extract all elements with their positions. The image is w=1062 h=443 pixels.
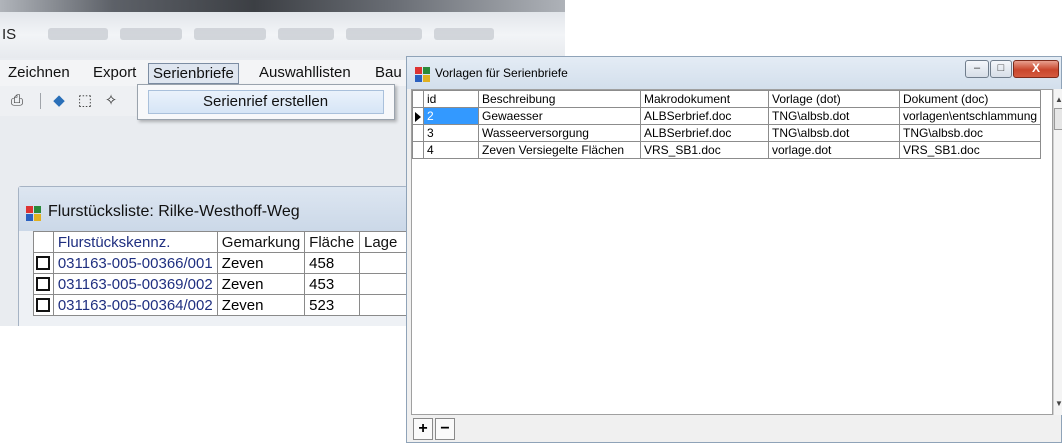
cell-makrodokument[interactable]: ALBSerbrief.doc bbox=[640, 107, 769, 125]
toolbar: ⎙ ◆ ⬚ ✧ bbox=[0, 86, 150, 116]
properties-icon[interactable]: ⎙ bbox=[8, 92, 26, 110]
table-row[interactable]: 031163-005-00369/002 Zeven 453 bbox=[33, 273, 413, 295]
rectangle-select-icon[interactable]: ⬚ bbox=[76, 92, 94, 110]
column-header-dokument[interactable]: Dokument (doc) bbox=[898, 90, 1042, 108]
cell-beschreibung[interactable]: Zeven Versiegelte Flächen bbox=[478, 141, 641, 159]
blurred-tab bbox=[48, 28, 108, 40]
app-titlebar-strip bbox=[0, 0, 565, 12]
menu-bau[interactable]: Bau bbox=[371, 63, 406, 84]
row-indicator[interactable] bbox=[412, 141, 424, 159]
blurred-tab bbox=[346, 28, 422, 40]
menu-export[interactable]: Export bbox=[89, 63, 140, 84]
row-checkbox[interactable] bbox=[36, 298, 50, 312]
cell-flaeche[interactable]: 453 bbox=[304, 273, 360, 295]
cell-vorlage[interactable]: TNG\albsb.dot bbox=[768, 107, 900, 125]
row-indicator-header bbox=[412, 90, 424, 108]
cell-gemarkung[interactable]: Zeven bbox=[216, 252, 306, 274]
current-row-arrow-icon bbox=[415, 112, 421, 122]
cell-lage[interactable] bbox=[359, 294, 413, 316]
cell-kennz[interactable]: 031163-005-00366/001 bbox=[52, 252, 218, 274]
cell-dokument[interactable]: vorlagen\entschlammung bbox=[898, 107, 1042, 125]
maximize-button[interactable]: □ bbox=[990, 60, 1012, 78]
serienbriefe-dropdown: Serienrief erstellen bbox=[137, 84, 395, 120]
column-header-flaeche[interactable]: Fläche bbox=[304, 231, 360, 253]
row-checkbox-cell[interactable] bbox=[33, 252, 54, 274]
menu-item-serienbrief-erstellen[interactable]: Serienrief erstellen bbox=[148, 90, 384, 114]
app-title: IS bbox=[2, 26, 17, 43]
blurred-tab bbox=[120, 28, 182, 40]
select-column-header bbox=[33, 231, 54, 253]
cell-dokument[interactable]: VRS_SB1.doc bbox=[898, 141, 1042, 159]
scroll-up-arrow-icon[interactable]: ▲ bbox=[1055, 95, 1062, 104]
column-header-gemarkung[interactable]: Gemarkung bbox=[216, 231, 306, 253]
cell-flaeche[interactable]: 523 bbox=[304, 294, 360, 316]
dialog-title: Vorlagen für Serienbriefe bbox=[435, 66, 568, 80]
row-indicator[interactable] bbox=[412, 124, 424, 142]
menu-auswahllisten[interactable]: Auswahllisten bbox=[255, 63, 355, 84]
row-checkbox[interactable] bbox=[36, 277, 50, 291]
select-tool-icon[interactable]: ◆ bbox=[50, 92, 68, 110]
dialog-titlebar[interactable]: Vorlagen für Serienbriefe – □ X bbox=[407, 57, 1061, 89]
blurred-tab bbox=[278, 28, 334, 40]
table-header-row: id Beschreibung Makrodokument Vorlage (d… bbox=[412, 90, 1042, 108]
menu-serienbriefe[interactable]: Serienbriefe bbox=[148, 63, 239, 84]
cell-kennz[interactable]: 031163-005-00369/002 bbox=[52, 273, 218, 295]
column-header-lage[interactable]: Lage bbox=[359, 231, 413, 253]
table-row[interactable]: 2 Gewaesser ALBSerbrief.doc TNG\albsb.do… bbox=[412, 107, 1042, 125]
cell-beschreibung[interactable]: Wasseerversorgung bbox=[478, 124, 641, 142]
table-row[interactable]: 031163-005-00364/002 Zeven 523 bbox=[33, 294, 413, 316]
cell-kennz[interactable]: 031163-005-00364/002 bbox=[52, 294, 218, 316]
vorlagen-dialog: Vorlagen für Serienbriefe – □ X id Besch… bbox=[406, 56, 1062, 443]
row-checkbox-cell[interactable] bbox=[33, 294, 54, 316]
flurstuecksliste-caption: Flurstücksliste: Rilke-Westhoff-Weg bbox=[19, 187, 407, 231]
cell-flaeche[interactable]: 458 bbox=[304, 252, 360, 274]
app-titlebar: IS bbox=[0, 0, 565, 58]
add-record-button[interactable]: + bbox=[413, 418, 433, 440]
cell-lage[interactable] bbox=[359, 252, 413, 274]
scrollbar-thumb[interactable] bbox=[1054, 108, 1062, 130]
table-header-row: Flurstückskennz. Gemarkung Fläche Lage bbox=[33, 231, 413, 253]
toolbar-separator bbox=[40, 93, 41, 109]
cell-makrodokument[interactable]: ALBSerbrief.doc bbox=[640, 124, 769, 142]
menu-zeichnen[interactable]: Zeichnen bbox=[4, 63, 74, 84]
cell-vorlage[interactable]: vorlage.dot bbox=[768, 141, 900, 159]
lasso-select-icon[interactable]: ✧ bbox=[102, 92, 120, 110]
remove-record-button[interactable]: − bbox=[435, 418, 455, 440]
grid-app-icon bbox=[415, 67, 430, 82]
cell-vorlage[interactable]: TNG\albsb.dot bbox=[768, 124, 900, 142]
column-header-id[interactable]: id bbox=[423, 90, 479, 108]
scroll-down-arrow-icon[interactable]: ▼ bbox=[1055, 399, 1062, 408]
minimize-button[interactable]: – bbox=[965, 60, 989, 78]
flurstuecksliste-window: Flurstücksliste: Rilke-Westhoff-Weg Flur… bbox=[18, 186, 413, 326]
table-row[interactable]: 031163-005-00366/001 Zeven 458 bbox=[33, 252, 413, 274]
row-checkbox[interactable] bbox=[36, 256, 50, 270]
cell-id[interactable]: 2 bbox=[423, 107, 479, 125]
vertical-scrollbar[interactable]: ▲ ▼ bbox=[1053, 89, 1062, 415]
flurstuecksliste-title: Flurstücksliste: Rilke-Westhoff-Weg bbox=[48, 203, 300, 220]
close-button[interactable]: X bbox=[1013, 60, 1059, 78]
cell-beschreibung[interactable]: Gewaesser bbox=[478, 107, 641, 125]
cell-id[interactable]: 3 bbox=[423, 124, 479, 142]
vorlagen-grid-area[interactable]: id Beschreibung Makrodokument Vorlage (d… bbox=[411, 89, 1053, 415]
column-header-beschreibung[interactable]: Beschreibung bbox=[478, 90, 641, 108]
row-checkbox-cell[interactable] bbox=[33, 273, 54, 295]
blurred-tab bbox=[194, 28, 266, 40]
cell-lage[interactable] bbox=[359, 273, 413, 295]
column-header-kennz[interactable]: Flurstückskennz. bbox=[52, 231, 218, 253]
grid-app-icon bbox=[26, 206, 41, 221]
vorlagen-table: id Beschreibung Makrodokument Vorlage (d… bbox=[412, 90, 1042, 159]
blurred-tab bbox=[434, 28, 494, 40]
cell-gemarkung[interactable]: Zeven bbox=[216, 273, 306, 295]
row-indicator[interactable] bbox=[412, 107, 424, 125]
table-row[interactable]: 4 Zeven Versiegelte Flächen VRS_SB1.doc … bbox=[412, 141, 1042, 159]
column-header-makrodokument[interactable]: Makrodokument bbox=[640, 90, 769, 108]
flurstueck-table: Flurstückskennz. Gemarkung Fläche Lage 0… bbox=[33, 231, 413, 316]
cell-gemarkung[interactable]: Zeven bbox=[216, 294, 306, 316]
column-header-vorlage[interactable]: Vorlage (dot) bbox=[768, 90, 900, 108]
cell-id[interactable]: 4 bbox=[423, 141, 479, 159]
table-row[interactable]: 3 Wasseerversorgung ALBSerbrief.doc TNG\… bbox=[412, 124, 1042, 142]
cell-dokument[interactable]: TNG\albsb.doc bbox=[898, 124, 1042, 142]
cell-makrodokument[interactable]: VRS_SB1.doc bbox=[640, 141, 769, 159]
